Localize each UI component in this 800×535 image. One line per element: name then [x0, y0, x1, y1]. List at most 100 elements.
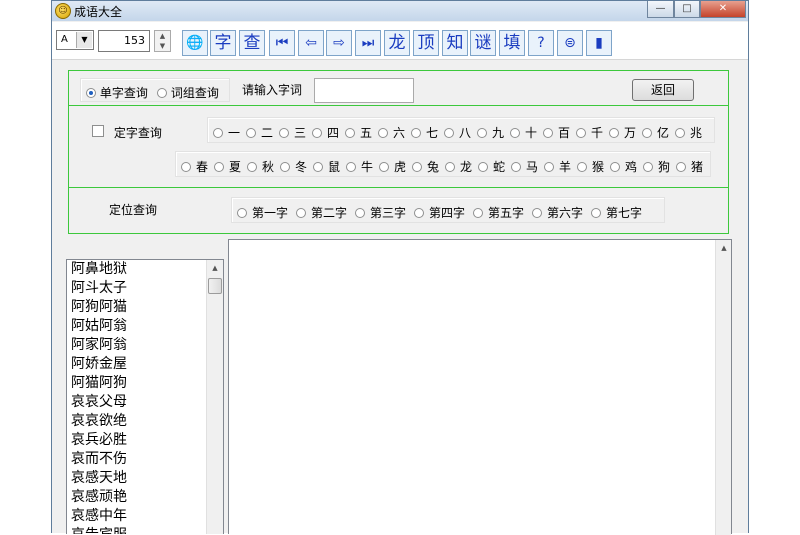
number-option[interactable]: 六	[378, 124, 405, 141]
list-item[interactable]: 哀哀欲绝	[67, 412, 205, 431]
radio-icon[interactable]	[543, 128, 553, 138]
number-option[interactable]: 八	[444, 124, 471, 141]
radio-icon[interactable]	[181, 162, 191, 172]
scroll-up-icon[interactable]: ▲	[716, 240, 732, 256]
zodiac-option[interactable]: 兔	[412, 158, 439, 175]
list-item[interactable]: 哀而不伤	[67, 450, 205, 469]
position-option[interactable]: 第三字	[355, 204, 406, 221]
radio-icon[interactable]	[280, 162, 290, 172]
radio-icon[interactable]	[576, 128, 586, 138]
number-option[interactable]: 千	[576, 124, 603, 141]
radio-icon[interactable]	[676, 162, 686, 172]
position-option[interactable]: 第七字	[591, 204, 642, 221]
idiom-list[interactable]: 阿鼻地狱 阿斗太子 阿狗阿猫 阿姑阿翁 阿家阿翁 阿娇金屋 阿猫阿狗 哀哀父母 哀哀欲绝 哀兵必胜…	[66, 259, 224, 534]
radio-icon[interactable]	[346, 162, 356, 172]
radio-icon[interactable]	[379, 162, 389, 172]
zodiac-option[interactable]: 牛	[346, 158, 373, 175]
radio-icon[interactable]	[296, 208, 306, 218]
position-option[interactable]: 第六字	[532, 204, 583, 221]
radio-icon[interactable]	[312, 128, 322, 138]
radio-icon[interactable]	[445, 162, 455, 172]
zodiac-option[interactable]: 羊	[544, 158, 571, 175]
list-item[interactable]: 哀哀父母	[67, 393, 205, 412]
number-option[interactable]: 一	[213, 124, 240, 141]
list-item[interactable]: 阿姑阿翁	[67, 317, 205, 336]
zodiac-option[interactable]: 春	[181, 158, 208, 175]
radio-icon[interactable]	[444, 128, 454, 138]
radio-icon[interactable]	[279, 128, 289, 138]
radio-icon[interactable]	[237, 208, 247, 218]
radio-icon[interactable]	[477, 128, 487, 138]
position-option[interactable]: 第四字	[414, 204, 465, 221]
number-option[interactable]: 百	[543, 124, 570, 141]
radio-icon[interactable]	[378, 128, 388, 138]
radio-icon[interactable]	[345, 128, 355, 138]
zhi-button[interactable]: 知	[442, 30, 468, 56]
radio-icon[interactable]	[414, 208, 424, 218]
radio-icon[interactable]	[643, 162, 653, 172]
radio-icon[interactable]	[609, 128, 619, 138]
number-option[interactable]: 万	[609, 124, 636, 141]
list-item[interactable]: 阿家阿翁	[67, 336, 205, 355]
count-stepper[interactable]: ▲ ▼	[154, 30, 171, 52]
checkbox-icon[interactable]	[92, 125, 104, 137]
number-option[interactable]: 三	[279, 124, 306, 141]
last-button[interactable]: ⏭	[355, 30, 381, 56]
zodiac-option[interactable]: 鸡	[610, 158, 637, 175]
zodiac-option[interactable]: 夏	[214, 158, 241, 175]
zodiac-option[interactable]: 冬	[280, 158, 307, 175]
position-option[interactable]: 第二字	[296, 204, 347, 221]
number-option[interactable]: 九	[477, 124, 504, 141]
radio-icon[interactable]	[355, 208, 365, 218]
radio-icon[interactable]	[511, 162, 521, 172]
print-button[interactable]: ⊜	[557, 30, 583, 56]
zodiac-option[interactable]: 狗	[643, 158, 670, 175]
help-button[interactable]: ?	[528, 30, 554, 56]
radio-icon[interactable]	[591, 208, 601, 218]
first-button[interactable]: ⏮	[269, 30, 295, 56]
radio-icon[interactable]	[478, 162, 488, 172]
next-button[interactable]: ⇨	[326, 30, 352, 56]
exit-button[interactable]: ▮	[586, 30, 612, 56]
list-scrollbar[interactable]: ▲	[206, 260, 223, 534]
list-item[interactable]: 哀兵必胜	[67, 431, 205, 450]
radio-icon[interactable]	[412, 162, 422, 172]
stepper-down-icon[interactable]: ▼	[155, 41, 170, 51]
radio-icon[interactable]	[86, 88, 96, 98]
fixed-char-option[interactable]: 定字查询	[92, 124, 162, 141]
radio-icon[interactable]	[411, 128, 421, 138]
list-item[interactable]: 阿狗阿猫	[67, 298, 205, 317]
close-button[interactable]: ✕	[700, 1, 746, 18]
radio-icon[interactable]	[313, 162, 323, 172]
zodiac-option[interactable]: 马	[511, 158, 538, 175]
radio-icon[interactable]	[247, 162, 257, 172]
zi-button[interactable]: 字	[210, 30, 236, 56]
radio-icon[interactable]	[675, 128, 685, 138]
maximize-button[interactable]: □	[674, 1, 700, 18]
chevron-down-icon[interactable]: ▼	[76, 32, 92, 48]
list-item[interactable]: 阿娇金屋	[67, 355, 205, 374]
number-option[interactable]: 五	[345, 124, 372, 141]
zodiac-option[interactable]: 蛇	[478, 158, 505, 175]
scroll-thumb[interactable]	[208, 278, 222, 294]
number-option[interactable]: 十	[510, 124, 537, 141]
list-item[interactable]: 哀感中年	[67, 507, 205, 526]
letter-select[interactable]: A ▼	[56, 30, 94, 50]
radio-icon[interactable]	[214, 162, 224, 172]
cha-button[interactable]: 查	[239, 30, 265, 56]
globe-button[interactable]: 🌐	[182, 30, 208, 56]
prev-button[interactable]: ⇦	[298, 30, 324, 56]
return-button[interactable]: 返回	[632, 79, 694, 101]
tian-button[interactable]: 填	[499, 30, 525, 56]
zodiac-option[interactable]: 龙	[445, 158, 472, 175]
count-field[interactable]: 153	[98, 30, 150, 52]
radio-icon[interactable]	[642, 128, 652, 138]
list-item[interactable]: 阿猫阿狗	[67, 374, 205, 393]
position-option[interactable]: 第五字	[473, 204, 524, 221]
radio-icon[interactable]	[610, 162, 620, 172]
zodiac-option[interactable]: 猪	[676, 158, 703, 175]
scroll-up-icon[interactable]: ▲	[207, 260, 223, 276]
result-scrollbar[interactable]: ▲	[715, 240, 731, 535]
number-option[interactable]: 七	[411, 124, 438, 141]
radio-icon[interactable]	[157, 88, 167, 98]
